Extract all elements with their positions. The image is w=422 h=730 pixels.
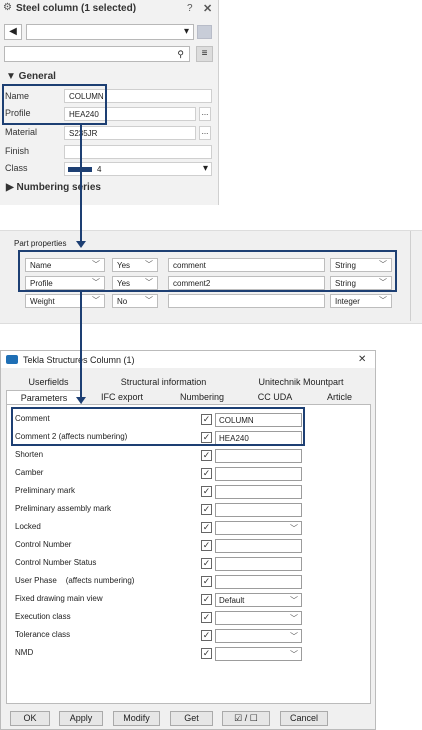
chevron-down-icon: ﹀	[379, 296, 387, 305]
locked-checkbox[interactable]: ✓	[201, 522, 212, 533]
shorten-label: Shorten	[15, 450, 44, 459]
nmd-checkbox[interactable]: ✓	[201, 648, 212, 659]
menu-button[interactable]: ≡	[196, 46, 213, 62]
chevron-down-icon: ﹀	[290, 614, 298, 623]
user-phase-field[interactable]	[215, 575, 302, 589]
material-field[interactable]: S235JR	[64, 126, 196, 140]
toggle-all-button[interactable]: ☑ / ☐	[222, 711, 270, 726]
nmd-label: NMD	[15, 648, 34, 657]
profile-browse-button[interactable]: ...	[199, 107, 211, 121]
execution-class-checkbox[interactable]: ✓	[201, 612, 212, 623]
tab-ifc-export[interactable]: IFC export	[82, 390, 162, 404]
chevron-down-icon: ﹀	[290, 596, 298, 605]
chevron-down-icon: ﹀	[145, 296, 153, 305]
user-phase-label: User Phase (affects numbering)	[15, 576, 135, 585]
camber-field[interactable]	[215, 467, 302, 481]
search-input[interactable]: ⚲	[4, 46, 190, 62]
tolerance-class-select[interactable]: ﹀	[215, 629, 302, 643]
user-phase-checkbox[interactable]: ✓	[201, 576, 212, 587]
finish-field[interactable]	[64, 145, 212, 159]
connector-line-1	[80, 124, 82, 242]
tab-cc-uda[interactable]: CC UDA	[242, 390, 308, 404]
highlight-name-profile	[2, 84, 107, 125]
weight-type-select[interactable]: Integer ﹀	[330, 294, 392, 308]
shorten-field[interactable]	[215, 449, 302, 463]
chevron-down-icon: ▾	[183, 26, 189, 37]
save-icon[interactable]	[197, 25, 212, 39]
part-properties-title: Part properties	[14, 239, 67, 248]
apply-button[interactable]: Apply	[59, 711, 103, 726]
shorten-checkbox[interactable]: ✓	[201, 450, 212, 461]
app-icon	[6, 355, 18, 364]
preliminary-mark-field[interactable]	[215, 485, 302, 499]
modify-button[interactable]: Modify	[113, 711, 160, 726]
fixed-drawing-main-view-checkbox[interactable]: ✓	[201, 594, 212, 605]
fixed-drawing-main-view-select[interactable]: Default ﹀	[215, 593, 302, 607]
control-number-field[interactable]	[215, 539, 302, 553]
control-number-status-checkbox[interactable]: ✓	[201, 558, 212, 569]
tolerance-class-checkbox[interactable]: ✓	[201, 630, 212, 641]
pane-title: Steel column (1 selected)	[16, 3, 137, 14]
arrow-down-icon	[76, 397, 86, 404]
help-icon[interactable]: ?	[187, 3, 193, 14]
nmd-select[interactable]: ﹀	[215, 647, 302, 661]
class-label: Class	[5, 163, 28, 173]
preliminary-mark-checkbox[interactable]: ✓	[201, 486, 212, 497]
execution-class-select[interactable]: ﹀	[215, 611, 302, 625]
attribute-file-combo[interactable]: ▾	[26, 24, 194, 40]
dialog-title: Tekla Structures Column (1)	[23, 355, 135, 365]
material-label: Material	[5, 127, 38, 137]
section-general[interactable]: ▼ General	[6, 71, 56, 82]
preliminary-mark-label: Preliminary mark	[15, 486, 76, 495]
tolerance-class-label: Tolerance class	[15, 630, 71, 639]
preliminary-assembly-mark-label: Preliminary assembly mark	[15, 504, 112, 513]
ok-button[interactable]: OK	[10, 711, 50, 726]
tab-article[interactable]: Article	[308, 390, 371, 404]
close-icon[interactable]: ✕	[358, 354, 366, 365]
chevron-down-icon: ﹀	[290, 632, 298, 641]
tab-parameters[interactable]: Parameters	[6, 390, 82, 404]
fixed-drawing-main-view-label: Fixed drawing main view	[15, 594, 103, 603]
locked-select[interactable]: ﹀	[215, 521, 302, 535]
control-number-status-field[interactable]	[215, 557, 302, 571]
back-icon: ◀	[9, 26, 17, 37]
weight-attribute-field[interactable]	[168, 294, 325, 308]
class-value: 4	[97, 165, 102, 174]
weight-visible-select[interactable]: No ﹀	[112, 294, 158, 308]
tab-unitechnik-mountpart[interactable]: Unitechnik Mountpart	[231, 375, 371, 389]
chevron-down-icon: ▾	[202, 163, 208, 174]
chevron-down-icon: ﹀	[92, 296, 100, 305]
back-button[interactable]: ◀	[4, 24, 22, 40]
class-select[interactable]: 4 ▾	[64, 162, 212, 176]
camber-checkbox[interactable]: ✓	[201, 468, 212, 479]
menu-icon: ≡	[201, 48, 208, 59]
control-number-checkbox[interactable]: ✓	[201, 540, 212, 551]
get-button[interactable]: Get	[170, 711, 213, 726]
section-numbering-series[interactable]: ▶ Numbering series	[6, 182, 101, 193]
preliminary-assembly-mark-field[interactable]	[215, 503, 302, 517]
execution-class-label: Execution class	[15, 612, 71, 621]
gear-icon: ⚙	[3, 2, 12, 13]
camber-label: Camber	[15, 468, 44, 477]
tab-structural-information[interactable]: Structural information	[96, 375, 231, 389]
control-number-status-label: Control Number Status	[15, 558, 97, 567]
material-browse-button[interactable]: ...	[199, 126, 211, 140]
arrow-down-icon	[76, 241, 86, 248]
chevron-down-icon: ﹀	[290, 650, 298, 659]
connector-line-2	[80, 291, 82, 398]
preliminary-assembly-mark-checkbox[interactable]: ✓	[201, 504, 212, 515]
cancel-button[interactable]: Cancel	[280, 711, 328, 726]
highlight-comment-rows	[11, 407, 305, 446]
search-icon: ⚲	[177, 49, 184, 59]
locked-label: Locked	[15, 522, 41, 531]
panel-divider	[410, 231, 411, 321]
control-number-label: Control Number	[15, 540, 72, 549]
tab-numbering[interactable]: Numbering	[162, 390, 242, 404]
close-icon[interactable]: ✕	[203, 2, 212, 15]
parameters-panel	[6, 404, 371, 704]
highlight-part-rows	[18, 250, 397, 292]
finish-label: Finish	[5, 146, 30, 156]
weight-property-select[interactable]: Weight ﹀	[25, 294, 105, 308]
chevron-down-icon: ﹀	[290, 524, 298, 533]
